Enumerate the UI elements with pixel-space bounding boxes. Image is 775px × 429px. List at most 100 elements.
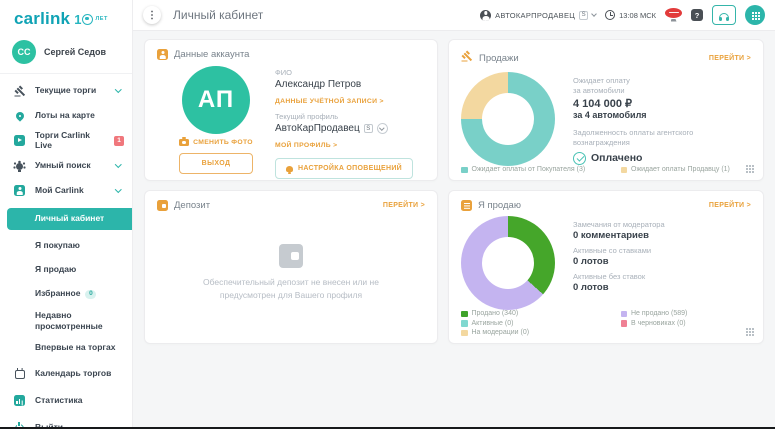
await-payment-cars: за 4 автомобиля bbox=[573, 110, 751, 120]
calendar-icon bbox=[12, 368, 27, 379]
favorites-count-badge: 0 bbox=[85, 290, 96, 299]
clock-icon bbox=[605, 10, 615, 20]
agent-debt-label: Задолженность оплаты агентского вознагра… bbox=[573, 128, 751, 148]
headset-icon bbox=[719, 13, 729, 20]
sidebar-item-carlink-live[interactable]: Торги Carlink Live 1 bbox=[0, 128, 132, 153]
card-title: Данные аккаунта bbox=[174, 49, 249, 60]
sidebar-item-current-auctions[interactable]: Текущие торги bbox=[0, 78, 132, 103]
profile-label: Текущий профиль bbox=[275, 112, 425, 121]
profile-value: АвтоКарПродавец S bbox=[275, 123, 425, 134]
avatar: СС bbox=[12, 40, 36, 64]
account-name: АВТОКАРПРОДАВЕЦ bbox=[495, 11, 575, 20]
map-pin-icon bbox=[12, 112, 27, 120]
drag-handle[interactable] bbox=[746, 328, 754, 336]
card-title: Продажи bbox=[479, 53, 519, 64]
await-payment-label: Ожидает оплатуза автомобили bbox=[573, 76, 751, 96]
anniversary-badge: 1ЛЕТ bbox=[74, 12, 108, 27]
account-type-badge: S bbox=[579, 11, 588, 20]
stats-icon bbox=[12, 395, 27, 406]
logo-text: carlink bbox=[14, 9, 70, 29]
user-name: Сергей Седов bbox=[44, 47, 106, 57]
wallet-icon bbox=[279, 244, 303, 268]
legend-item: Не продано (589) bbox=[621, 310, 688, 317]
account-card: Данные аккаунта АП СМЕНИТЬ ФОТО ВЫХОД ФИ… bbox=[144, 39, 438, 181]
live-count-badge: 1 bbox=[114, 136, 124, 146]
legend-item: Ожидает оплаты от Покупателя (3) bbox=[461, 166, 621, 173]
server-time: 13:08 МСК bbox=[619, 11, 656, 20]
await-payment-amount: 4 104 000 ₽ bbox=[573, 97, 751, 110]
page-title: Личный кабинет bbox=[173, 8, 263, 22]
deposit-card: Депозит ПЕРЕЙТИ > Обеспечительный депози… bbox=[144, 190, 438, 344]
sales-gavel-icon bbox=[461, 49, 473, 67]
selling-card-icon bbox=[461, 200, 472, 211]
legend-item: Ожидает оплаты Продавцу (1) bbox=[621, 166, 730, 173]
legend-item: В черновиках (0) bbox=[621, 320, 688, 327]
selling-go-link[interactable]: ПЕРЕЙТИ > bbox=[709, 202, 751, 209]
account-switcher[interactable]: АВТОКАРПРОДАВЕЦ S bbox=[480, 10, 596, 21]
active-with-bids: Активные со ставками 0 лотов bbox=[573, 246, 665, 267]
selling-donut-chart bbox=[461, 216, 555, 310]
support-button[interactable] bbox=[712, 5, 736, 25]
play-icon bbox=[12, 135, 27, 146]
promo-icon[interactable] bbox=[665, 8, 682, 23]
logout-button[interactable]: ВЫХОД bbox=[179, 153, 254, 174]
bulb-icon bbox=[12, 162, 27, 170]
help-icon[interactable]: ? bbox=[691, 9, 703, 21]
change-photo-link[interactable]: СМЕНИТЬ ФОТО bbox=[179, 139, 253, 146]
sidebar-item-auction-calendar[interactable]: Календарь торгов bbox=[0, 360, 132, 387]
sidebar-item-personal-cabinet[interactable]: Личный кабинет bbox=[7, 208, 132, 230]
sales-card: Продажи ПЕРЕЙТИ > Ожидает оплатуза автом… bbox=[448, 39, 764, 181]
drag-handle[interactable] bbox=[746, 165, 754, 173]
chevron-down-icon bbox=[115, 86, 121, 92]
card-title: Депозит bbox=[174, 200, 210, 211]
grid-icon bbox=[752, 12, 754, 14]
account-data-link[interactable]: ДАННЫЕ УЧЁТНОЙ ЗАПИСИ > bbox=[275, 98, 384, 105]
apps-menu-button[interactable] bbox=[745, 5, 765, 25]
sidebar-item-i-sell[interactable]: Я продаю bbox=[0, 258, 132, 282]
chevron-down-icon bbox=[115, 186, 121, 192]
sidebar-item-statistics[interactable]: Статистика bbox=[0, 387, 132, 414]
sidebar-item-favorites[interactable]: Избранное 0 bbox=[0, 282, 132, 306]
main-content: Данные аккаунта АП СМЕНИТЬ ФОТО ВЫХОД ФИ… bbox=[133, 31, 775, 429]
my-profile-link[interactable]: МОЙ ПРОФИЛЬ > bbox=[275, 142, 337, 149]
moderator-remarks: Замечания от модератора 0 комментариев bbox=[573, 220, 665, 241]
notification-settings-button[interactable]: НАСТРОЙКА ОПОВЕЩЕНИЙ bbox=[275, 158, 413, 179]
kebab-menu-button[interactable]: ⋮ bbox=[143, 6, 161, 24]
logo[interactable]: carlink 1ЛЕТ bbox=[0, 7, 132, 31]
profile-expand-button[interactable] bbox=[377, 123, 388, 134]
debt-status: Оплачено bbox=[573, 152, 751, 165]
sales-go-link[interactable]: ПЕРЕЙТИ > bbox=[709, 55, 751, 62]
chevron-down-icon bbox=[115, 161, 121, 167]
sidebar-user[interactable]: СС Сергей Седов bbox=[0, 31, 132, 73]
wreath-icon bbox=[82, 14, 93, 25]
sidebar-item-first-time[interactable]: Впервые на торгах bbox=[0, 336, 132, 360]
divider bbox=[0, 73, 132, 74]
sidebar-item-recently-viewed[interactable]: Недавно просмотренные bbox=[0, 306, 132, 336]
header: ⋮ Личный кабинет АВТОКАРПРОДАВЕЦ S 13:08… bbox=[133, 0, 775, 31]
sales-donut-chart bbox=[461, 72, 555, 166]
deposit-go-link[interactable]: ПЕРЕЙТИ > bbox=[383, 202, 425, 209]
legend-item: На модерации (0) bbox=[461, 329, 621, 336]
sidebar-item-lots-on-map[interactable]: Лоты на карте bbox=[0, 103, 132, 128]
check-circle-icon bbox=[573, 152, 586, 165]
card-title: Я продаю bbox=[478, 200, 521, 211]
legend-item: Активные (0) bbox=[461, 320, 621, 327]
gavel-icon bbox=[12, 85, 27, 97]
sidebar-item-smart-search[interactable]: Умный поиск bbox=[0, 153, 132, 178]
id-card-icon bbox=[12, 185, 27, 196]
fio-label: ФИО bbox=[275, 68, 425, 77]
active-without-bids: Активные без ставок 0 лотов bbox=[573, 272, 665, 293]
deposit-card-icon bbox=[157, 200, 168, 211]
bell-icon bbox=[286, 166, 293, 172]
chevron-down-icon bbox=[591, 11, 597, 17]
profile-type-badge: S bbox=[364, 124, 373, 133]
sidebar-item-i-buy[interactable]: Я покупаю bbox=[0, 234, 132, 258]
legend-item: Продано (340) bbox=[461, 310, 621, 317]
deposit-empty-text: Обеспечительный депозит не внесен или не… bbox=[191, 276, 391, 302]
camera-icon bbox=[179, 139, 189, 146]
sidebar: carlink 1ЛЕТ СС Сергей Седов Текущие тор… bbox=[0, 0, 133, 429]
user-icon bbox=[480, 10, 491, 21]
sidebar-item-my-carlink[interactable]: Мой Carlink bbox=[0, 178, 132, 203]
profile-avatar: АП bbox=[182, 66, 250, 134]
selling-card: Я продаю ПЕРЕЙТИ > Замечания от модерато… bbox=[448, 190, 764, 344]
